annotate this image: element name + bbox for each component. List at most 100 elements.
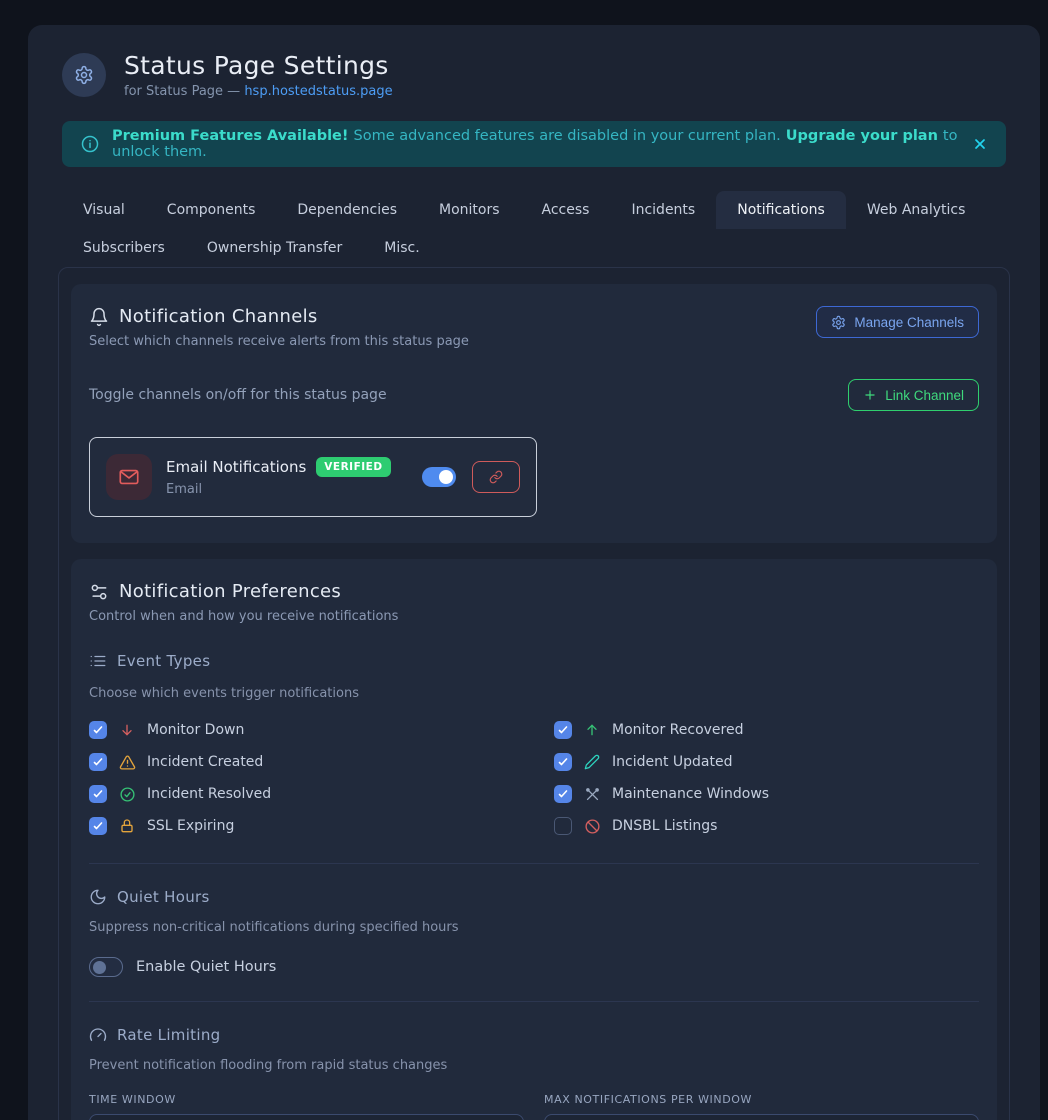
rate-limiting-subtitle: Prevent notification flooding from rapid… bbox=[89, 1058, 979, 1073]
banner-title: Premium Features Available! bbox=[112, 128, 349, 144]
verified-badge: VERIFIED bbox=[316, 457, 390, 477]
tab-notifications[interactable]: Notifications bbox=[716, 191, 846, 229]
event-types-subtitle: Choose which events trigger notification… bbox=[89, 686, 979, 701]
tab-misc[interactable]: Misc. bbox=[363, 229, 440, 267]
max-notifications-field bbox=[544, 1114, 979, 1120]
event-dnsbl-listings: DNSBL Listings bbox=[554, 815, 979, 837]
quiet-hours-toggle-label: Enable Quiet Hours bbox=[136, 959, 276, 975]
manage-channels-button[interactable]: Manage Channels bbox=[816, 306, 979, 338]
gauge-icon bbox=[89, 1026, 107, 1044]
channels-card-subtitle: Select which channels receive alerts fro… bbox=[89, 334, 469, 349]
banner-text: Premium Features Available! Some advanced… bbox=[112, 128, 960, 160]
incident-resolved-icon bbox=[118, 786, 136, 803]
event-maintenance-windows: Maintenance Windows bbox=[554, 783, 979, 805]
settings-gear-badge bbox=[62, 53, 106, 97]
tab-monitors[interactable]: Monitors bbox=[418, 191, 521, 229]
maintenance-windows-checkbox[interactable] bbox=[554, 785, 572, 803]
banner-close-icon[interactable] bbox=[972, 136, 988, 152]
dnsbl-ban-icon bbox=[583, 818, 601, 835]
rate-limiting-heading: Rate Limiting bbox=[89, 1026, 979, 1044]
incident-resolved-checkbox[interactable] bbox=[89, 785, 107, 803]
moon-icon bbox=[89, 888, 107, 906]
manage-channels-label: Manage Channels bbox=[854, 315, 964, 330]
gear-icon bbox=[74, 65, 94, 85]
chain-link-icon bbox=[489, 470, 503, 484]
event-types-grid: Monitor Down Monitor Recovered Incident … bbox=[89, 719, 979, 837]
monitor-recovered-checkbox[interactable] bbox=[554, 721, 572, 739]
status-page-link[interactable]: hsp.hostedstatus.page bbox=[244, 84, 392, 99]
tab-subscribers[interactable]: Subscribers bbox=[62, 229, 186, 267]
event-types-heading: Event Types bbox=[89, 652, 979, 670]
event-monitor-down: Monitor Down bbox=[89, 719, 514, 741]
quiet-hours-subtitle: Suppress non-critical notifications duri… bbox=[89, 920, 979, 935]
event-incident-updated: Incident Updated bbox=[554, 751, 979, 773]
preferences-card-subtitle: Control when and how you receive notific… bbox=[89, 609, 979, 624]
event-label: Incident Created bbox=[147, 754, 263, 770]
incident-updated-checkbox[interactable] bbox=[554, 753, 572, 771]
envelope-icon bbox=[118, 466, 140, 488]
incident-created-checkbox[interactable] bbox=[89, 753, 107, 771]
event-label: Monitor Down bbox=[147, 722, 244, 738]
link-channel-button[interactable]: Link Channel bbox=[848, 379, 979, 411]
event-label: Maintenance Windows bbox=[612, 786, 769, 802]
notification-preferences-card: Notification Preferences Control when an… bbox=[71, 559, 997, 1120]
ssl-expiring-checkbox[interactable] bbox=[89, 817, 107, 835]
upgrade-plan-link[interactable]: Upgrade your plan bbox=[786, 128, 938, 144]
event-label: SSL Expiring bbox=[147, 818, 234, 834]
settings-panel: Status Page Settings for Status Page — h… bbox=[28, 25, 1040, 1120]
ssl-lock-icon bbox=[118, 818, 136, 834]
bell-icon bbox=[89, 307, 109, 327]
subtitle-prefix: for Status Page — bbox=[124, 84, 244, 99]
email-channel-row: Email Notifications VERIFIED Email bbox=[89, 437, 537, 517]
monitor-down-checkbox[interactable] bbox=[89, 721, 107, 739]
monitor-down-icon bbox=[118, 722, 136, 738]
tab-incidents[interactable]: Incidents bbox=[610, 191, 716, 229]
page-title: Status Page Settings bbox=[124, 51, 393, 80]
premium-banner: Premium Features Available! Some advanced… bbox=[62, 121, 1006, 167]
gear-icon bbox=[831, 315, 846, 330]
event-incident-resolved: Incident Resolved bbox=[89, 783, 514, 805]
event-label: DNSBL Listings bbox=[612, 818, 717, 834]
link-channel-label: Link Channel bbox=[885, 388, 964, 403]
section-divider bbox=[89, 863, 979, 864]
max-notifications-label: MAX NOTIFICATIONS PER WINDOW bbox=[544, 1093, 979, 1106]
tab-components[interactable]: Components bbox=[146, 191, 277, 229]
tab-dependencies[interactable]: Dependencies bbox=[276, 191, 418, 229]
quiet-hours-title: Quiet Hours bbox=[117, 888, 210, 906]
event-incident-created: Incident Created bbox=[89, 751, 514, 773]
channels-card-title-row: Notification Channels bbox=[89, 306, 469, 327]
preferences-card-title-row: Notification Preferences bbox=[89, 581, 979, 602]
rate-limiting-form: TIME WINDOW 15 minutes MAX NOTIFICATIONS… bbox=[89, 1093, 979, 1120]
incident-created-icon bbox=[118, 754, 136, 771]
tab-visual[interactable]: Visual bbox=[62, 191, 146, 229]
maintenance-tools-icon bbox=[583, 786, 601, 803]
channel-link-button[interactable] bbox=[472, 461, 520, 493]
list-icon bbox=[89, 652, 107, 670]
info-icon bbox=[80, 134, 100, 154]
event-ssl-expiring: SSL Expiring bbox=[89, 815, 514, 837]
sliders-icon bbox=[89, 582, 109, 602]
plus-icon bbox=[863, 388, 877, 402]
section-divider bbox=[89, 1001, 979, 1002]
event-types-title: Event Types bbox=[117, 652, 210, 670]
dnsbl-listings-checkbox[interactable] bbox=[554, 817, 572, 835]
channel-type: Email bbox=[166, 482, 391, 497]
toggle-channels-hint: Toggle channels on/off for this status p… bbox=[89, 387, 387, 403]
rate-limiting-title: Rate Limiting bbox=[117, 1026, 220, 1044]
time-window-select[interactable]: 15 minutes bbox=[89, 1114, 524, 1120]
page-subtitle: for Status Page — hsp.hostedstatus.page bbox=[124, 84, 393, 99]
preferences-card-title: Notification Preferences bbox=[119, 581, 341, 602]
monitor-recovered-icon bbox=[583, 722, 601, 738]
notifications-tab-content: Notification Channels Select which chann… bbox=[58, 267, 1010, 1120]
tab-ownership-transfer[interactable]: Ownership Transfer bbox=[186, 229, 363, 267]
incident-updated-icon bbox=[583, 754, 601, 770]
email-channel-tile bbox=[106, 454, 152, 500]
event-monitor-recovered: Monitor Recovered bbox=[554, 719, 979, 741]
channel-name: Email Notifications bbox=[166, 458, 306, 476]
email-channel-toggle[interactable] bbox=[422, 467, 456, 487]
tab-access[interactable]: Access bbox=[521, 191, 611, 229]
quiet-hours-toggle[interactable] bbox=[89, 957, 123, 977]
event-label: Monitor Recovered bbox=[612, 722, 744, 738]
tab-web-analytics[interactable]: Web Analytics bbox=[846, 191, 987, 229]
banner-message: Some advanced features are disabled in y… bbox=[354, 128, 781, 144]
